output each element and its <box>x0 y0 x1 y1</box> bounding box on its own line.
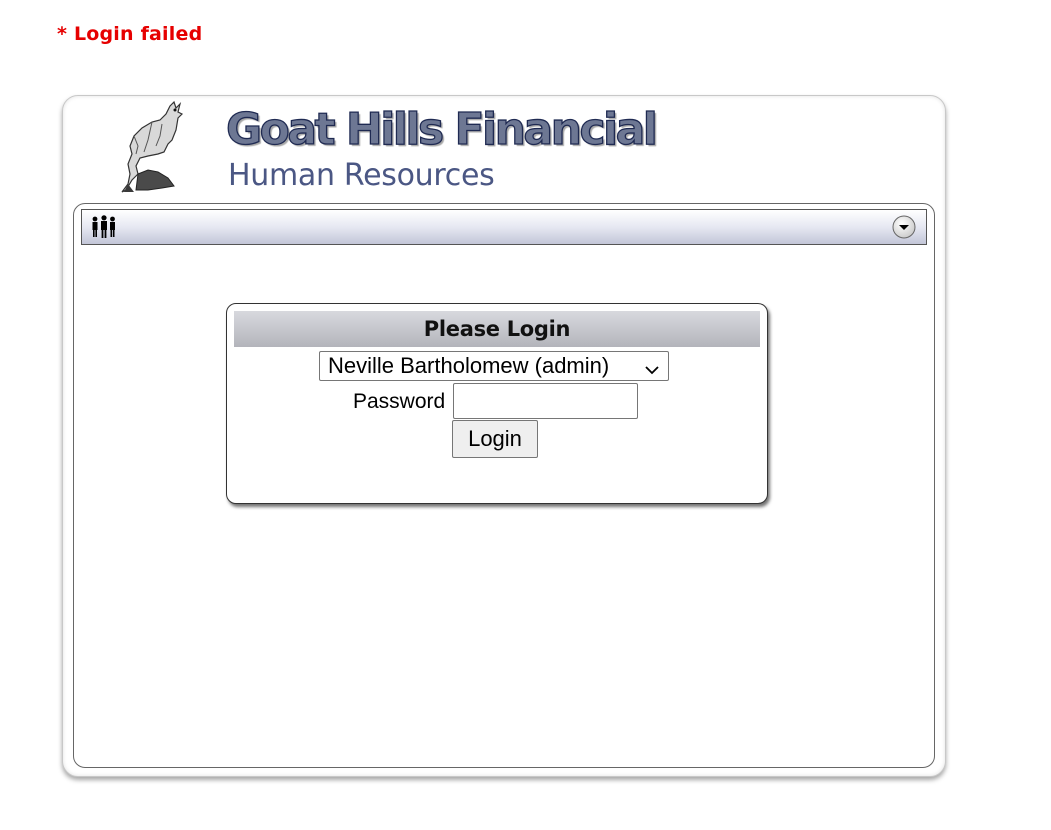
brand-title: Goat Hills Financial <box>225 103 658 155</box>
app-frame: Goat Hills Financial Human Resources Ple… <box>62 95 946 777</box>
login-dialog: Please Login Neville Bartholomew (admin)… <box>226 303 768 504</box>
login-button[interactable]: Login <box>452 420 538 458</box>
user-select[interactable]: Neville Bartholomew (admin) <box>319 351 669 381</box>
people-icon[interactable] <box>91 215 117 239</box>
brand-subtitle: Human Resources <box>228 158 495 193</box>
password-input[interactable] <box>453 383 638 419</box>
password-label: Password <box>353 390 446 413</box>
content-panel: Please Login Neville Bartholomew (admin)… <box>73 203 935 768</box>
dropdown-arrow-icon[interactable] <box>892 215 916 239</box>
login-error-message: * Login failed <box>57 23 203 45</box>
chevron-down-icon <box>644 358 660 375</box>
nav-bar <box>81 209 927 245</box>
app-header: Goat Hills Financial Human Resources <box>63 96 945 206</box>
goat-icon <box>118 100 190 194</box>
user-select-value: Neville Bartholomew (admin) <box>328 353 610 378</box>
login-heading: Please Login <box>234 311 760 347</box>
